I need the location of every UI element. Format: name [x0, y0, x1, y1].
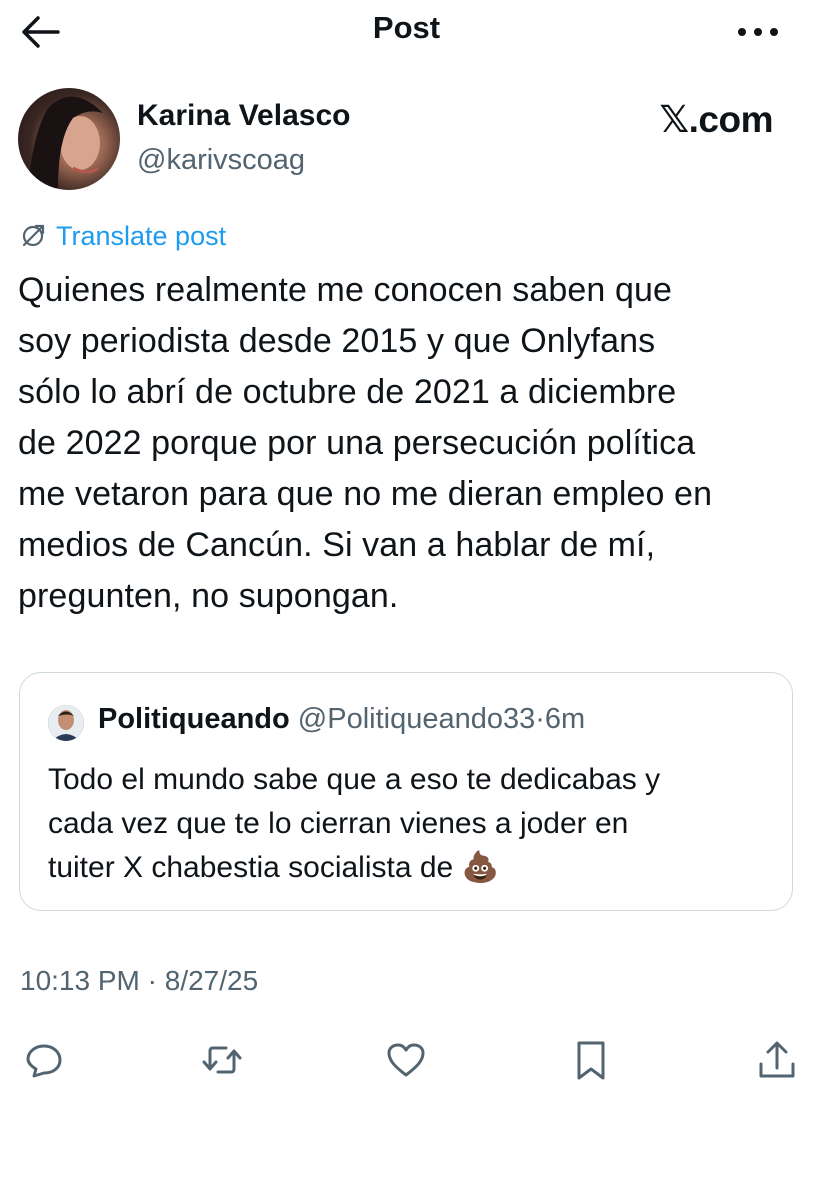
quoted-header: Politiqueando @Politiqueando33·6m	[98, 703, 585, 736]
reply-button[interactable]	[22, 1038, 66, 1082]
x-com-watermark: 𝕏.com	[659, 99, 773, 140]
post-time: 10:13 PM	[20, 965, 140, 996]
author-avatar[interactable]	[18, 88, 120, 190]
share-button[interactable]	[755, 1038, 799, 1082]
repost-button[interactable]	[200, 1038, 244, 1082]
post-timestamp[interactable]: 10:13 PM · 8/27/25	[20, 965, 258, 997]
quoted-time: 6m	[544, 703, 586, 735]
translate-label: Translate post	[56, 220, 227, 251]
action-bar	[0, 1030, 813, 1090]
like-button[interactable]	[384, 1038, 428, 1082]
bookmark-button[interactable]	[569, 1038, 613, 1082]
top-bar: Post	[0, 0, 813, 64]
more-button[interactable]	[733, 12, 783, 52]
author-name[interactable]: Karina Velasco	[137, 99, 350, 133]
reply-icon	[26, 1044, 62, 1078]
translate-icon	[22, 224, 45, 247]
post-text: Quienes realmente me conocen saben que s…	[18, 271, 713, 615]
more-horizontal-icon	[738, 28, 778, 36]
translate-post-link[interactable]: Translate post	[20, 219, 226, 253]
quoted-text: Todo el mundo sabe que a eso te dedicaba…	[48, 763, 661, 884]
avatar-photo	[28, 96, 103, 188]
quoted-author-handle: @Politiqueando33	[297, 703, 536, 735]
quoted-author-name: Politiqueando	[98, 703, 290, 735]
post-date: 8/27/25	[164, 965, 259, 996]
repost-icon	[202, 1046, 242, 1074]
author-handle[interactable]: @karivscoag	[137, 144, 305, 177]
timestamp-separator: ·	[147, 965, 157, 996]
quoted-avatar-photo	[48, 705, 84, 741]
bookmark-icon	[577, 1041, 605, 1080]
quoted-separator: ·	[535, 703, 545, 735]
page-title: Post	[372, 10, 441, 45]
like-icon	[387, 1043, 425, 1077]
share-icon	[759, 1041, 795, 1078]
quoted-post-card[interactable]: Politiqueando @Politiqueando33·6m Todo e…	[19, 672, 793, 911]
post-page: Post Karina Velasco @karivscoag 𝕏.com Tr…	[0, 0, 813, 1199]
quoted-author-avatar	[48, 705, 84, 741]
